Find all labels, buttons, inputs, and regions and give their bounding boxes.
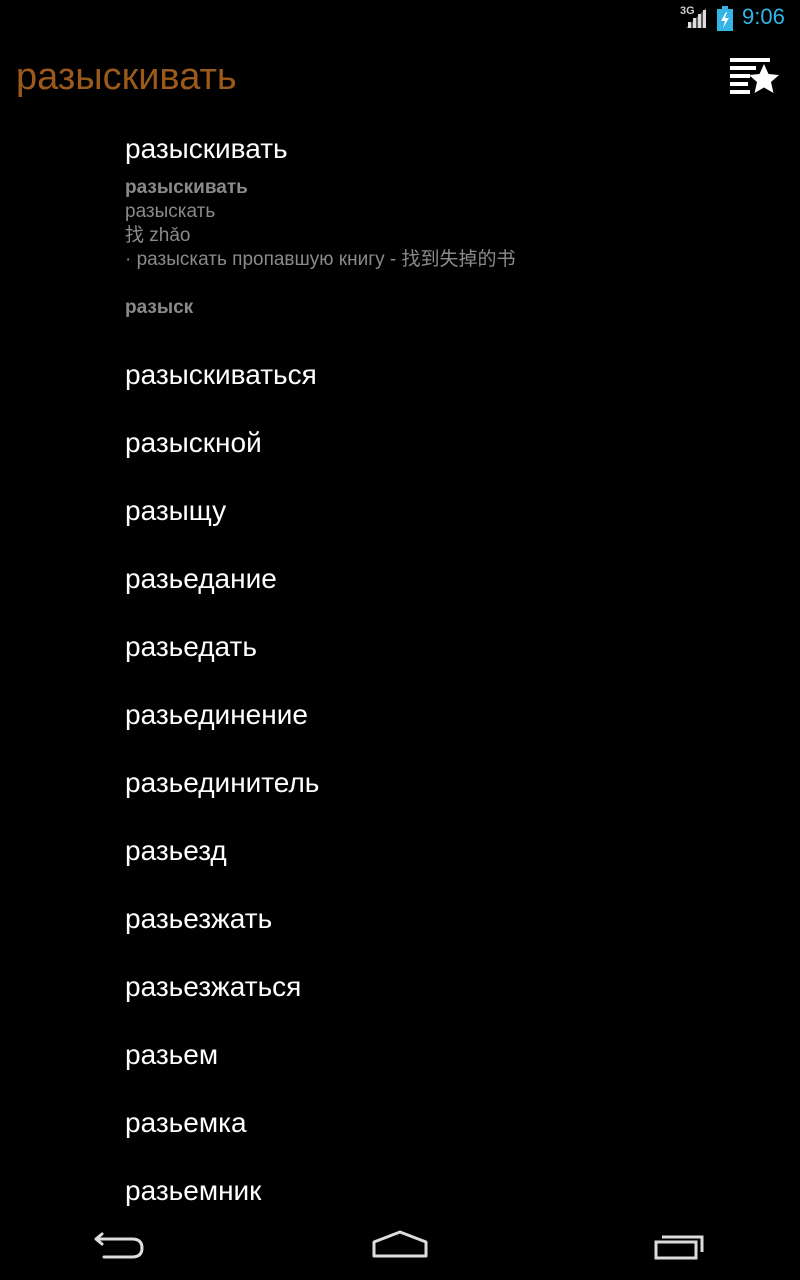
battery-charging-icon <box>717 6 733 31</box>
list-item[interactable]: разыскной <box>125 426 775 494</box>
screen: 3G 9:06 разыскивать разыскивать разыскив… <box>0 0 800 1280</box>
entry-translation: 找 zhǎo <box>125 225 191 246</box>
list-item[interactable]: разьезд <box>125 834 775 902</box>
list-item[interactable]: разыщу <box>125 494 775 562</box>
home-button[interactable] <box>360 1222 440 1268</box>
list-item[interactable]: разьедать <box>125 630 775 698</box>
list-item[interactable]: разьемник <box>125 1174 775 1210</box>
list-item[interactable]: разьемка <box>125 1106 775 1174</box>
back-icon <box>94 1232 144 1259</box>
list-item[interactable]: разьезжать <box>125 902 775 970</box>
navigation-bar <box>0 1210 800 1280</box>
word-list[interactable]: разыскивать разыскивать разыскать 找 zhǎo… <box>0 120 800 1210</box>
list-item[interactable]: разьединение <box>125 698 775 766</box>
entry-related: разыск <box>125 297 194 318</box>
status-clock: 9:06 <box>742 4 785 29</box>
status-bar: 3G 9:06 <box>0 0 800 38</box>
search-title: разыскивать <box>16 56 237 98</box>
list-item[interactable]: разьем <box>125 1038 775 1106</box>
recents-button[interactable] <box>640 1222 720 1268</box>
action-bar: разыскивать <box>0 38 800 120</box>
list-item[interactable]: разьезжаться <box>125 970 775 1038</box>
list-item[interactable]: разыскиваться <box>125 358 775 426</box>
star-list-icon <box>730 58 779 94</box>
entry-headword: разыскивать <box>125 133 288 164</box>
entry-detail: разыскивать разыскать 找 zhǎo · разыскать… <box>125 176 775 320</box>
expanded-entry[interactable]: разыскивать разыскивать разыскать 找 zhǎo… <box>125 132 775 320</box>
list-item[interactable]: разьедание <box>125 562 775 630</box>
entry-perfective: разыскать <box>125 201 216 222</box>
entry-lemma: разыскивать <box>125 177 248 198</box>
home-icon <box>372 1230 428 1258</box>
entry-example: · разыскать пропавшую книгу - 找到失掉的书 <box>125 249 516 270</box>
back-button[interactable] <box>80 1222 160 1268</box>
recents-icon <box>654 1235 704 1260</box>
favorites-button[interactable] <box>724 52 784 104</box>
list-item[interactable]: разьединитель <box>125 766 775 834</box>
entry-spacer <box>125 272 775 296</box>
signal-icon <box>686 8 706 28</box>
